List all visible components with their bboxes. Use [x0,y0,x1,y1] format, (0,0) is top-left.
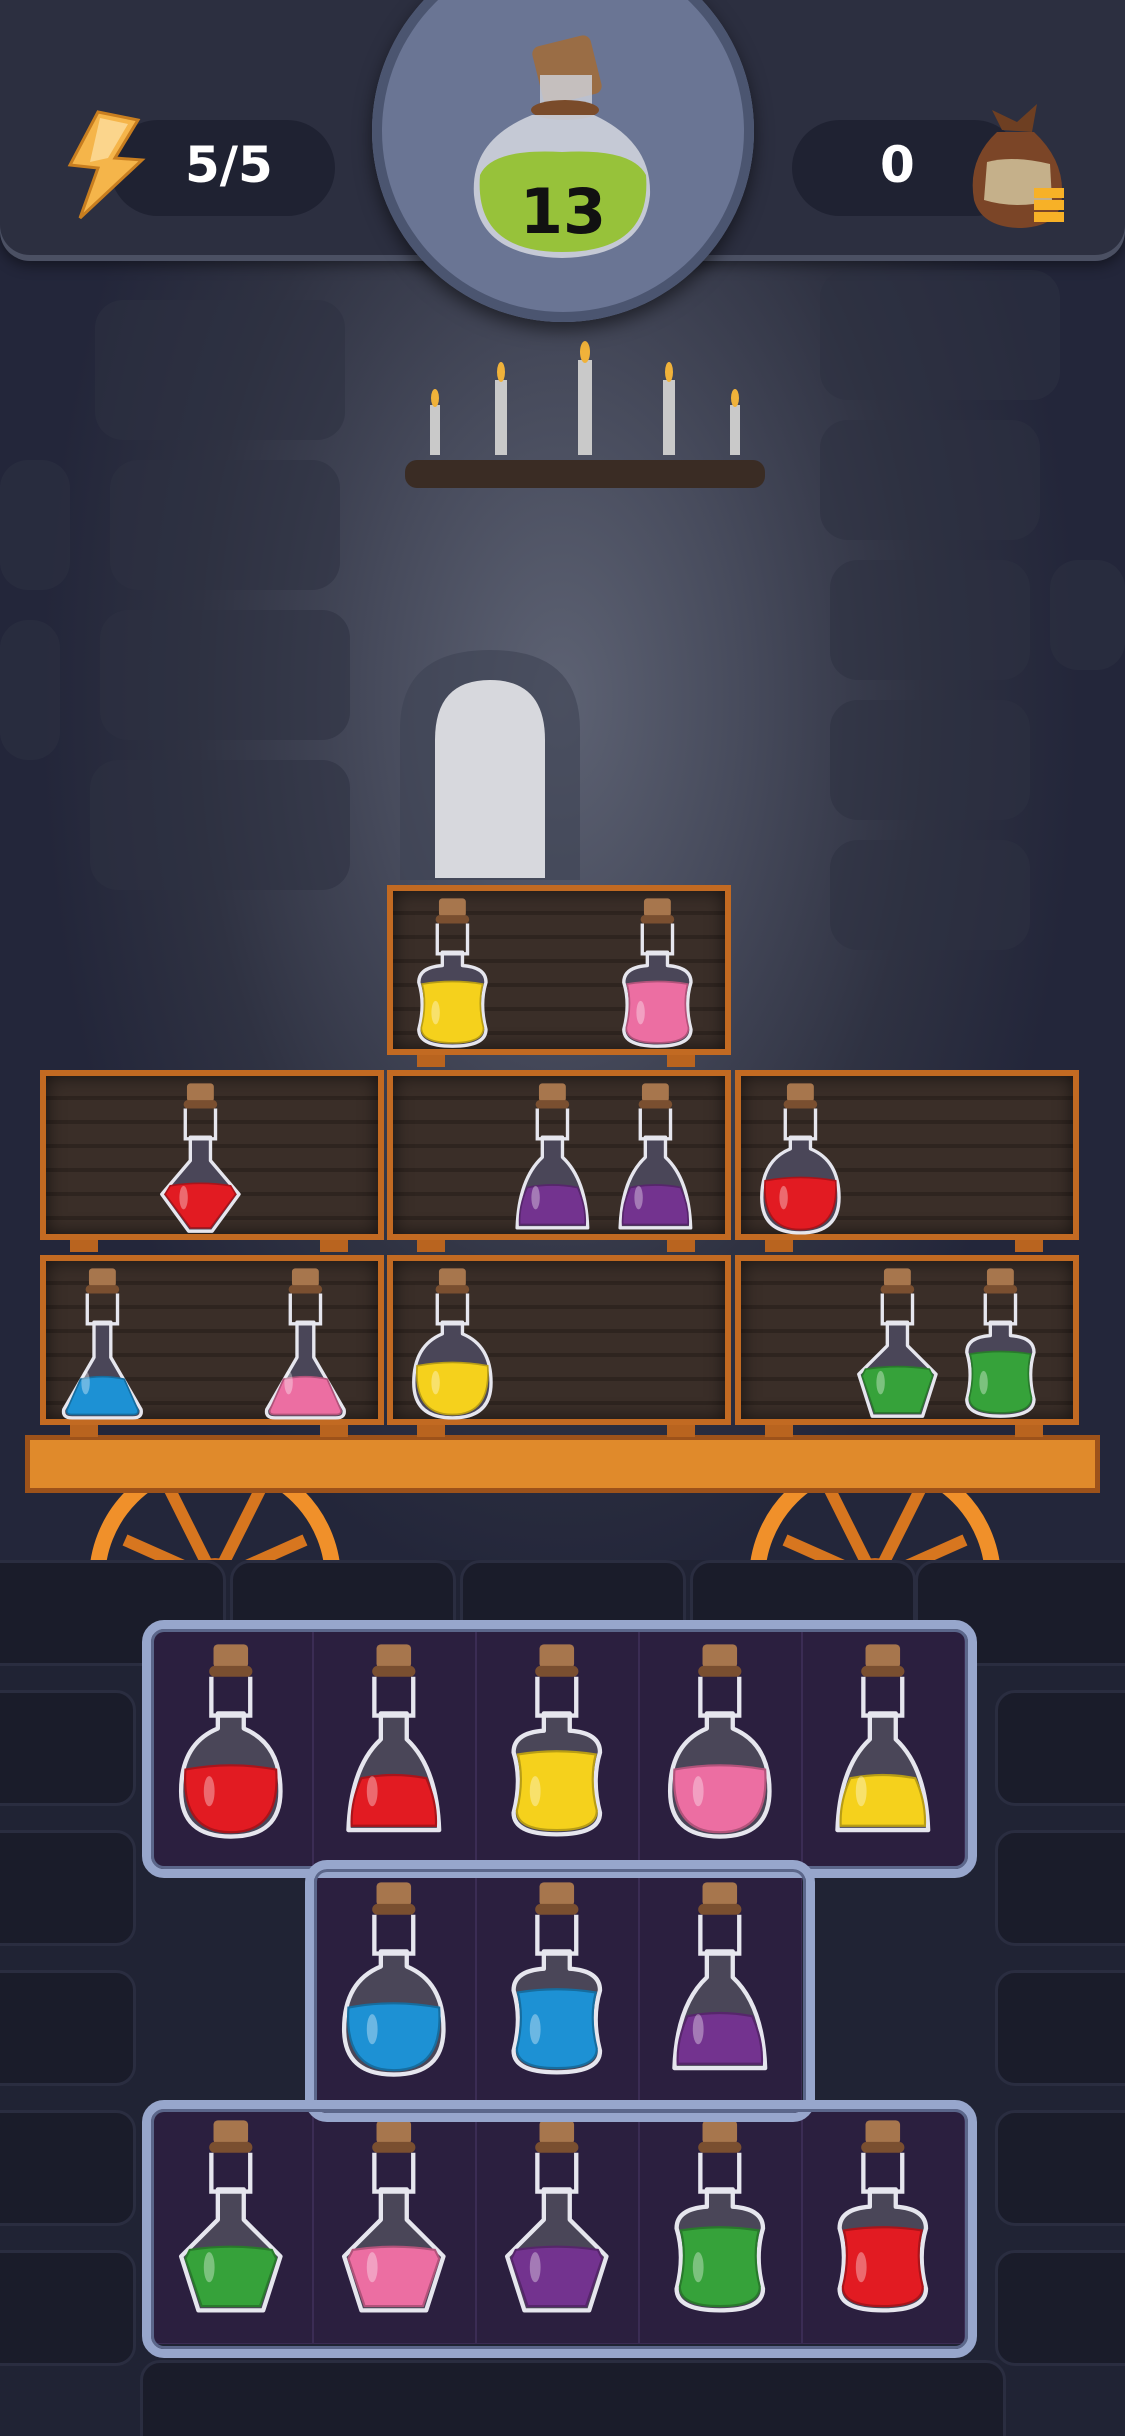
shelf-potion-purple[interactable] [605,1080,706,1240]
shelf-foot [417,1055,445,1067]
cart-base [25,1435,1100,1493]
shelf-foot [417,1425,445,1437]
shelf-potion-yellow[interactable] [402,1265,503,1425]
board-frame [305,1860,815,2122]
shelf-foot [1015,1240,1043,1252]
shelf-foot [765,1425,793,1437]
shelf-potion-red[interactable] [150,1080,251,1240]
energy-counter: 5/5 [185,136,273,194]
shelf-foot [70,1425,98,1437]
shelf-foot [320,1425,348,1437]
game-scene: 5/5 0 13 [0,0,1125,2436]
board-frame [142,2100,977,2358]
level-badge: 13 [372,0,754,322]
shelf-foot [1015,1425,1043,1437]
shelf-foot [320,1240,348,1252]
shelf-potion-blue[interactable] [52,1265,153,1425]
board-frame [142,1620,977,1878]
shelf-potion-red[interactable] [750,1080,851,1240]
coin-sack-icon [972,104,1064,228]
shelf-foot [667,1240,695,1252]
shelf-foot [765,1240,793,1252]
shelf-potion-green[interactable] [847,1265,948,1425]
shelf-potion-pink[interactable] [607,895,708,1055]
shelf-potion-green[interactable] [950,1265,1051,1425]
lightning-bolt-icon [67,110,146,220]
shelf-foot [417,1240,445,1252]
shelf-foot [667,1425,695,1437]
coins-counter: 0 [880,136,915,194]
shelf-potion-pink[interactable] [255,1265,356,1425]
level-number: 13 [519,175,607,248]
archway [400,650,580,880]
shelf-foot [667,1055,695,1067]
chandelier [405,341,765,488]
shelf-potion-purple[interactable] [502,1080,603,1240]
shelf-foot [70,1240,98,1252]
shelf-potion-yellow[interactable] [402,895,503,1055]
